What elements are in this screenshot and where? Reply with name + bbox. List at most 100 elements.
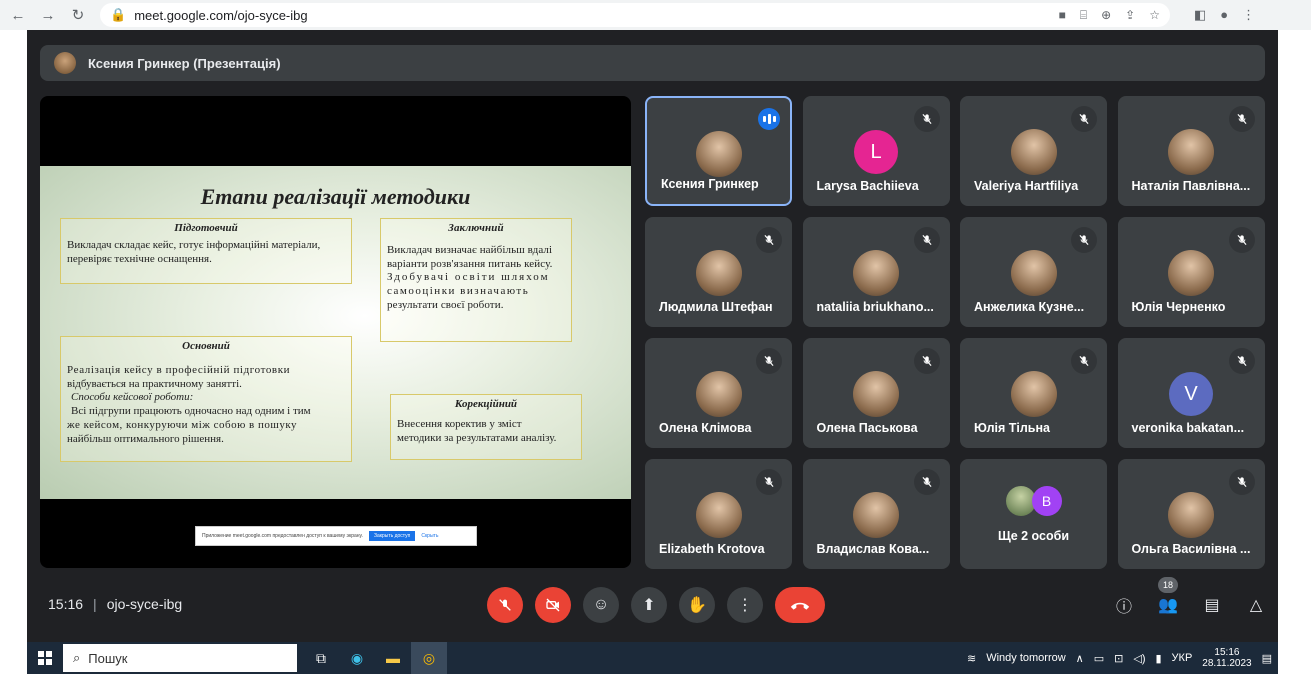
people-icon: 👥 xyxy=(1158,597,1178,614)
participant-tile[interactable]: B Ще 2 особи xyxy=(960,459,1107,569)
participant-tile[interactable]: Олена Клімова xyxy=(645,338,792,448)
menu-icon[interactable]: ⋮ xyxy=(1242,7,1255,23)
hand-icon: ✋ xyxy=(687,597,707,614)
mic-off-icon xyxy=(913,469,940,495)
participant-tile[interactable]: Valeriya Hartfiliya xyxy=(960,96,1107,206)
address-bar[interactable]: 🔒 meet.google.com/ojo-syce-ibg ■ ⌸ ⊕ ⇪ ☆ xyxy=(100,3,1170,27)
participant-tile[interactable]: Владислав Кова... xyxy=(802,459,950,569)
stop-sharing-button[interactable]: Закрыть доступ xyxy=(368,531,416,541)
box-line: Викладач складає кейс, готує інформаційн… xyxy=(67,238,321,251)
participant-name: Larysa Bachiieva xyxy=(816,179,919,193)
mic-off-button[interactable] xyxy=(487,587,523,623)
start-button[interactable] xyxy=(27,651,63,665)
avatar xyxy=(853,371,899,417)
letter-avatar: B xyxy=(1031,486,1062,516)
camera-off-icon xyxy=(546,598,560,612)
camera-off-button[interactable] xyxy=(535,587,571,623)
language-indicator[interactable]: УКР xyxy=(1172,652,1193,664)
clock[interactable]: 15:16 28.11.2023 xyxy=(1202,647,1251,670)
present-button[interactable]: ⬆ xyxy=(631,587,667,623)
participant-tile[interactable]: Vveronika bakatan... xyxy=(1117,338,1265,448)
back-icon[interactable]: ← xyxy=(10,7,26,24)
participant-tile[interactable]: Ксения Гринкер xyxy=(645,96,792,206)
box-final: Заключний Викладач визначає найбільш вда… xyxy=(380,218,572,342)
explorer-app[interactable]: ▬ xyxy=(375,642,411,674)
box-line: Внесення коректив у зміст xyxy=(397,417,522,430)
participant-tile[interactable]: Юлія Тільна xyxy=(960,338,1107,448)
participant-tile[interactable]: Олена Паськова xyxy=(802,338,950,448)
leave-call-button[interactable] xyxy=(775,587,825,623)
share-icon[interactable]: ⇪ xyxy=(1125,8,1135,23)
hide-link[interactable]: Скрыть xyxy=(421,533,438,539)
mic-off-icon xyxy=(756,227,782,253)
speaking-indicator xyxy=(758,108,780,130)
box-line: Способи кейсової роботи: xyxy=(71,391,194,404)
box-line: самооцінки визначають xyxy=(387,285,530,297)
battery-icon[interactable]: ▭ xyxy=(1094,652,1104,665)
participant-name: Олена Паськова xyxy=(816,421,918,435)
meeting-info: 15:16 | ojo-syce-ibg xyxy=(48,596,182,612)
participant-tile[interactable]: Анжелика Кузне... xyxy=(960,217,1107,327)
people-button[interactable]: 18 👥 xyxy=(1151,577,1185,623)
chat-icon: ▤ xyxy=(1204,597,1220,614)
mic-off-icon xyxy=(1228,348,1255,374)
profile-icon[interactable]: ● xyxy=(1220,7,1228,23)
box-line: найбільш оптимального рішення. xyxy=(67,432,224,445)
notifications-icon[interactable]: ▤ xyxy=(1262,652,1272,665)
task-view-button[interactable]: ⧉ xyxy=(303,642,339,674)
slide-title: Етапи реалізації методики xyxy=(200,184,471,209)
mic-off-icon xyxy=(913,348,940,374)
more-options-button[interactable]: ⋮ xyxy=(727,587,763,623)
camera-icon[interactable]: ■ xyxy=(1059,8,1066,23)
zoom-icon[interactable]: ⊕ xyxy=(1101,8,1111,23)
windows-icon xyxy=(38,651,52,665)
participant-name: Ксения Гринкер xyxy=(661,177,759,191)
volume-icon[interactable]: ◁) xyxy=(1133,652,1145,665)
participant-name: Анжелика Кузне... xyxy=(974,300,1085,314)
activities-button[interactable]: △ xyxy=(1239,587,1273,623)
windows-taskbar: ⌕ Пошук ⧉ ◉ ▬ ◎ ≋ Windy tomorrow ∧ ▭ ⊡ ◁… xyxy=(27,642,1278,674)
taskbar-search[interactable]: ⌕ Пошук xyxy=(63,644,297,672)
chrome-app[interactable]: ◎ xyxy=(411,642,447,674)
participant-tile[interactable]: L Larysa Bachiieva xyxy=(802,96,950,206)
translate-icon[interactable]: ⌸ xyxy=(1080,8,1087,23)
meeting-side-controls: ⓘ 18 👥 ▤ △ xyxy=(1107,577,1273,623)
network-icon[interactable]: ⊡ xyxy=(1114,652,1123,665)
participant-name: Владислав Кова... xyxy=(816,542,930,556)
mic-off-icon xyxy=(756,348,782,374)
presentation-area: Етапи реалізації методики Підготовчий Ви… xyxy=(40,96,631,568)
participant-tile[interactable]: Elizabeth Krotova xyxy=(645,459,792,569)
weather-text[interactable]: Windy tomorrow xyxy=(986,652,1065,664)
avatar xyxy=(853,492,899,538)
edge-app[interactable]: ◉ xyxy=(339,642,375,674)
box-line: Здобувачі освіти шляхом xyxy=(387,271,550,284)
participant-tile[interactable]: Ольга Василівна ... xyxy=(1117,459,1265,569)
sidepanel-icon[interactable]: ◧ xyxy=(1194,7,1206,23)
presenter-bar: Ксения Гринкер (Презентація) xyxy=(40,45,1265,81)
raise-hand-button[interactable]: ✋ xyxy=(679,587,715,623)
box-corrective: Корекційний Внесення коректив у зміст ме… xyxy=(390,394,582,460)
reactions-button[interactable]: ☺ xyxy=(583,587,619,623)
participant-tile[interactable]: nataliia briukhano... xyxy=(802,217,950,327)
mic-icon[interactable]: ▮ xyxy=(1155,652,1161,665)
box-line: Викладач визначає найбільш вдалі xyxy=(387,243,553,256)
edge-icon: ◉ xyxy=(350,649,364,666)
chat-button[interactable]: ▤ xyxy=(1195,587,1229,623)
box-main: Основний Реалізація кейсу в професійній … xyxy=(60,336,352,462)
participant-tile[interactable]: Юлія Черненко xyxy=(1117,217,1265,327)
url-text: meet.google.com/ojo-syce-ibg xyxy=(134,7,308,23)
star-icon[interactable]: ☆ xyxy=(1149,8,1160,23)
participant-tile[interactable]: Наталія Павлівна... xyxy=(1117,96,1265,206)
participant-name: veronika bakatan... xyxy=(1131,421,1245,435)
box-line: Реалізація кейсу в професійній підготовк… xyxy=(67,363,291,376)
participant-tile[interactable]: Людмила Штефан xyxy=(645,217,792,327)
avatar xyxy=(1010,129,1057,175)
chevron-up-icon[interactable]: ∧ xyxy=(1076,652,1084,665)
mic-off-icon xyxy=(1071,106,1097,132)
forward-icon[interactable]: → xyxy=(40,7,56,24)
info-button[interactable]: ⓘ xyxy=(1107,587,1141,623)
hangup-icon xyxy=(790,602,810,610)
participant-name: nataliia briukhano... xyxy=(816,300,934,314)
lock-icon: 🔒 xyxy=(110,7,127,22)
reload-icon[interactable]: ↻ xyxy=(70,6,86,24)
